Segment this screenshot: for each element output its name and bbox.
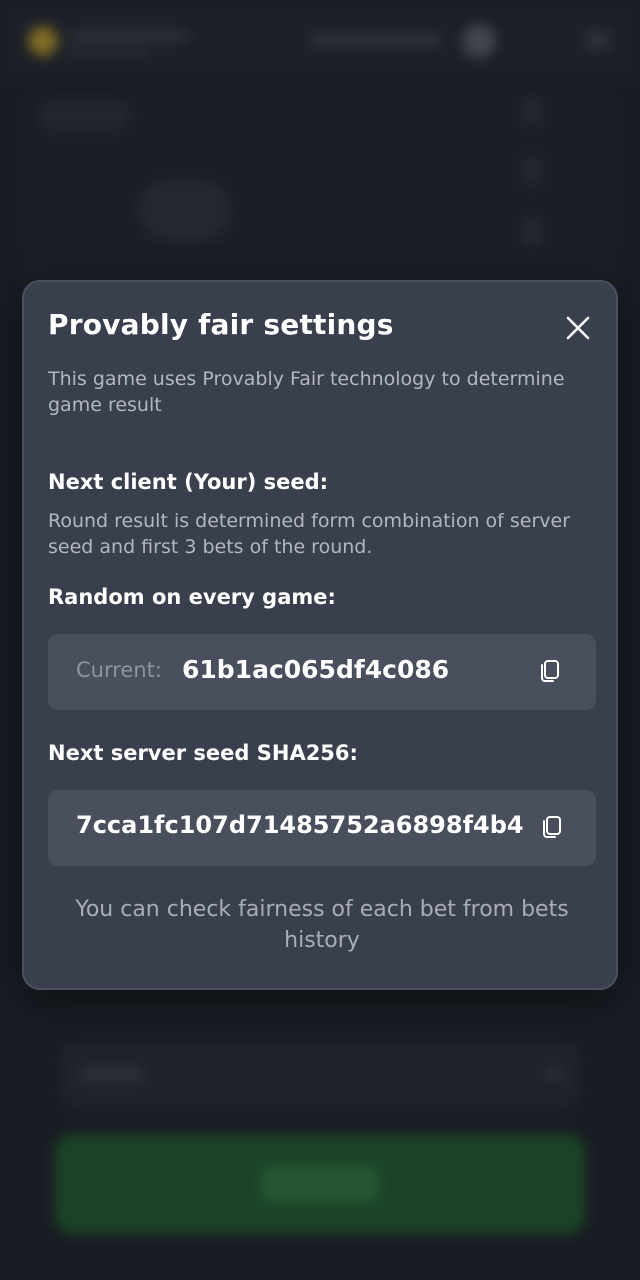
current-seed-field: Current: 61b1ac065df4c086 — [48, 634, 596, 710]
copy-icon — [541, 660, 559, 682]
current-seed-label: Current: — [76, 658, 162, 682]
client-seed-heading: Next client (Your) seed: — [48, 470, 329, 494]
copy-current-seed-button[interactable] — [536, 657, 564, 685]
server-seed-heading: Next server seed SHA256: — [48, 741, 358, 765]
server-seed-value: 7cca1fc107d71485752a6898f4b4 — [76, 811, 524, 839]
intro-text: This game uses Provably Fair technology … — [48, 368, 565, 416]
current-seed-value: 61b1ac065df4c086 — [182, 655, 450, 684]
copy-server-seed-button[interactable] — [538, 813, 566, 841]
server-seed-field: 7cca1fc107d71485752a6898f4b4 — [48, 790, 596, 866]
provably-fair-modal: Provably fair settings This game uses Pr… — [22, 280, 618, 990]
copy-icon — [543, 816, 561, 838]
random-seed-heading: Random on every game: — [48, 585, 336, 609]
close-icon — [566, 316, 590, 340]
modal-title: Provably fair settings — [48, 308, 394, 341]
client-seed-description: Round result is determined form combinat… — [48, 510, 571, 558]
fairness-note: You can check fairness of each bet from … — [75, 897, 569, 953]
close-button[interactable] — [558, 308, 598, 348]
